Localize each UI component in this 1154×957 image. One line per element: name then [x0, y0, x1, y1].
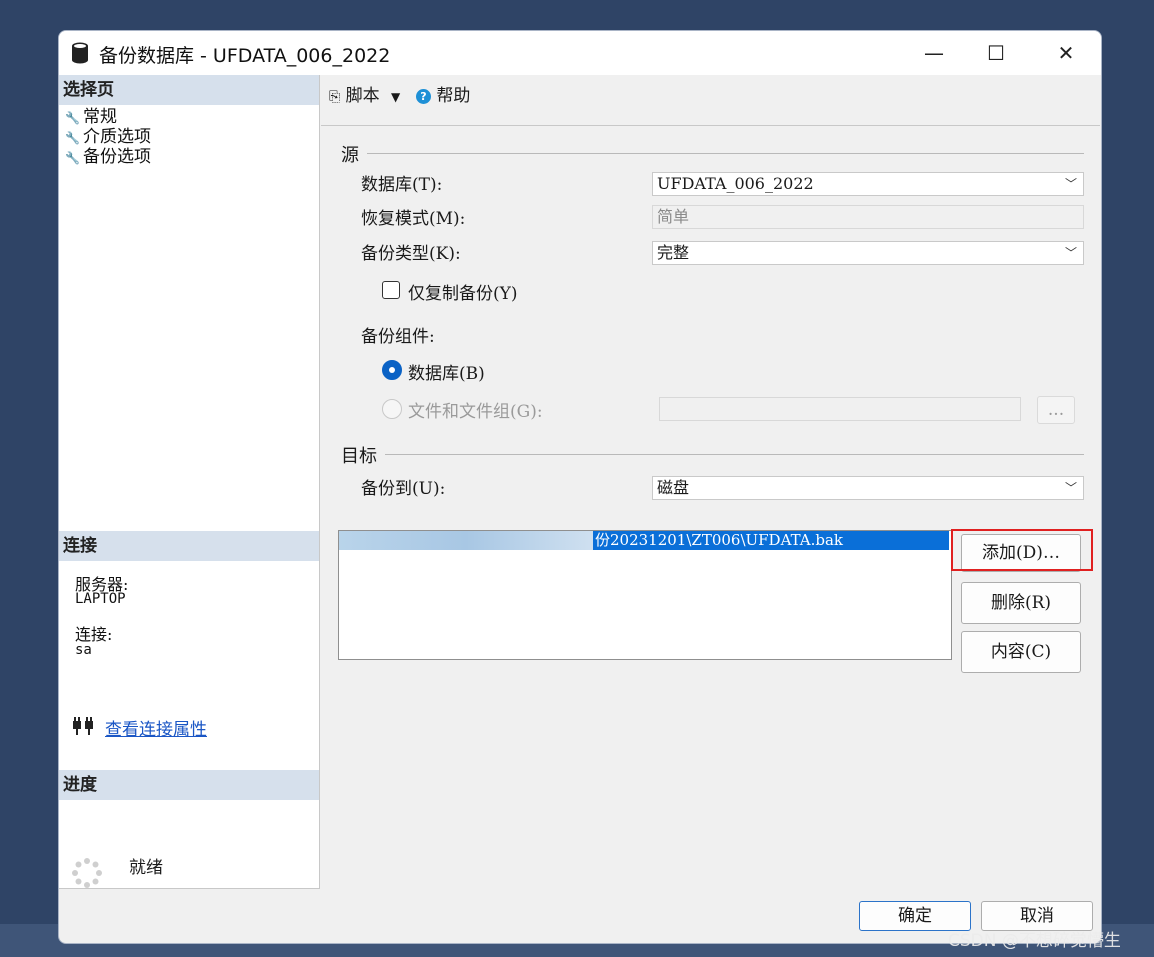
- blurred-path-prefix: [339, 531, 593, 550]
- wrench-icon: 🔧: [65, 111, 80, 125]
- wrench-icon: 🔧: [65, 131, 80, 145]
- database-select-value: UFDATA_006_2022: [657, 174, 814, 193]
- highlight-annotation-box: [951, 529, 1093, 571]
- destination-path: 份20231201\ZT006\UFDATA.bak: [593, 531, 949, 550]
- files-filegroups-radio[interactable]: [382, 399, 402, 419]
- page-item-label: 备份选项: [83, 147, 151, 167]
- backup-to-select[interactable]: 磁盘 ﹀: [652, 476, 1084, 500]
- backup-to-select-value: 磁盘: [657, 478, 690, 497]
- progress-status: 就绪: [129, 858, 163, 878]
- browse-files-button[interactable]: ...: [1037, 396, 1075, 424]
- recovery-model-label: 恢复模式(M):: [361, 209, 466, 229]
- page-item-media-options[interactable]: 🔧 介质选项: [65, 127, 151, 147]
- backup-type-label: 备份类型(K):: [361, 244, 461, 264]
- script-button[interactable]: ⎘ 脚本 ▼: [329, 81, 400, 106]
- chevron-down-icon: ﹀: [1064, 246, 1077, 260]
- source-group-divider: [367, 153, 1084, 154]
- copy-only-checkbox[interactable]: [382, 281, 400, 299]
- backup-type-select[interactable]: 完整 ﹀: [652, 241, 1084, 265]
- copy-only-label: 仅复制备份(Y): [408, 284, 518, 304]
- database-icon: [72, 42, 88, 64]
- help-label: 帮助: [436, 86, 471, 106]
- files-filegroups-field: [659, 397, 1021, 421]
- progress-spinner-icon: [72, 858, 102, 888]
- script-label: 脚本: [345, 86, 380, 106]
- progress-header: 进度: [59, 770, 319, 800]
- chevron-down-icon: ▼: [391, 90, 401, 104]
- minimize-button[interactable]: —: [911, 37, 957, 69]
- source-group-title: 源: [341, 145, 359, 166]
- window-title: 备份数据库 - UFDATA_006_2022: [99, 45, 391, 67]
- toolbar: ⎘ 脚本 ▼ ? 帮助: [321, 75, 1101, 123]
- backup-destination-list[interactable]: 份20231201\ZT006\UFDATA.bak: [338, 530, 952, 660]
- view-connection-properties-link[interactable]: 查看连接属性: [105, 715, 207, 740]
- page-item-backup-options[interactable]: 🔧 备份选项: [65, 147, 151, 167]
- server-value: LAPTOP: [75, 591, 126, 607]
- backup-dialog: 备份数据库 - UFDATA_006_2022 — ☐ ✕ 选择页 🔧 常规 🔧 介…: [58, 30, 1102, 944]
- database-radio-label: 数据库(B): [408, 364, 485, 384]
- target-group-title: 目标: [341, 446, 377, 467]
- title-bar: 备份数据库 - UFDATA_006_2022 — ☐ ✕: [59, 31, 1101, 75]
- database-radio[interactable]: [382, 360, 402, 380]
- files-filegroups-label: 文件和文件组(G):: [408, 402, 543, 422]
- list-item[interactable]: 份20231201\ZT006\UFDATA.bak: [339, 531, 949, 550]
- script-icon: ⎘: [329, 89, 341, 105]
- help-button[interactable]: ? 帮助: [416, 81, 470, 106]
- database-label: 数据库(T):: [361, 175, 443, 195]
- backup-to-label: 备份到(U):: [361, 479, 446, 499]
- database-select[interactable]: UFDATA_006_2022 ﹀: [652, 172, 1084, 196]
- backup-type-select-value: 完整: [657, 243, 690, 262]
- select-page-header: 选择页: [59, 75, 319, 105]
- wrench-icon: 🔧: [65, 151, 80, 165]
- page-item-label: 介质选项: [83, 127, 151, 147]
- connection-properties-icon: [73, 717, 93, 735]
- page-item-label: 常规: [83, 107, 117, 127]
- help-icon: ?: [416, 89, 431, 104]
- chevron-down-icon: ﹀: [1064, 177, 1077, 191]
- close-button[interactable]: ✕: [1043, 37, 1089, 69]
- connection-value: sa: [75, 642, 92, 658]
- left-pane: 选择页 🔧 常规 🔧 介质选项 🔧 备份选项 连接 服务器: LAPTOP 连接: s…: [59, 75, 320, 889]
- page-item-general[interactable]: 🔧 常规: [65, 107, 117, 127]
- chevron-down-icon: ﹀: [1064, 481, 1077, 495]
- general-page-content: 源 数据库(T): UFDATA_006_2022 ﹀ 恢复模式(M): 简单 …: [321, 125, 1100, 889]
- backup-component-label: 备份组件:: [361, 327, 435, 347]
- recovery-model-field: 简单: [652, 205, 1084, 229]
- target-group-divider: [385, 454, 1084, 455]
- connection-header: 连接: [59, 531, 319, 561]
- maximize-button[interactable]: ☐: [973, 37, 1019, 69]
- remove-destination-button[interactable]: 删除(R): [961, 582, 1081, 624]
- watermark-text: CSDN @不想碎觉懵生: [948, 931, 1121, 951]
- contents-button[interactable]: 内容(C): [961, 631, 1081, 673]
